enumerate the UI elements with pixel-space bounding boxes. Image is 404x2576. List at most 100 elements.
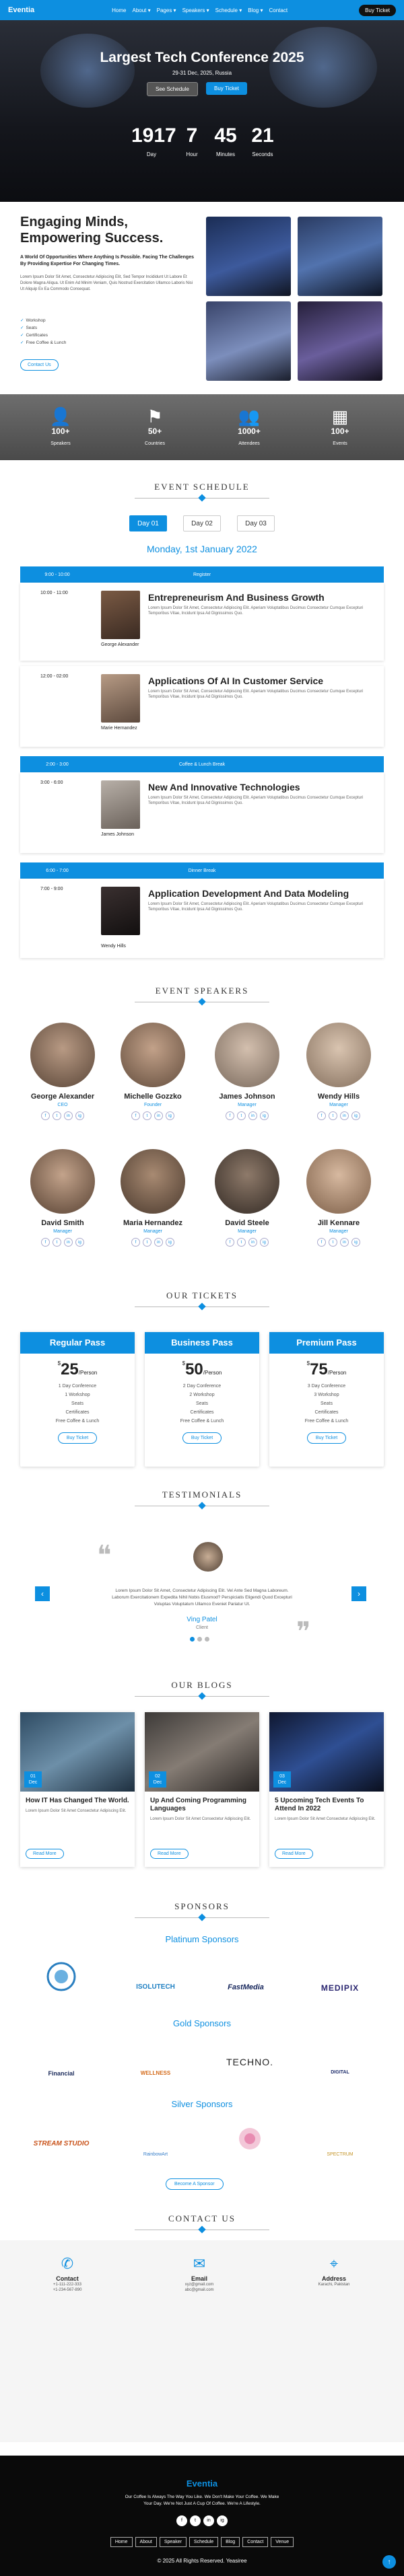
speaker-card[interactable]: George Alexander CEO f t in ig xyxy=(22,1023,103,1120)
footer-link-venue[interactable]: Venue xyxy=(271,2537,294,2547)
menu-item-speakers[interactable]: Speakers ▾ xyxy=(182,7,209,13)
facebook-icon[interactable]: f xyxy=(226,1111,234,1120)
blog-title: How IT Has Changed The World. xyxy=(26,1797,129,1804)
instagram-icon[interactable]: ig xyxy=(217,2515,228,2526)
buy-ticket-button[interactable]: Buy Ticket xyxy=(306,1432,347,1444)
instagram-icon[interactable]: ig xyxy=(351,1111,360,1120)
carousel-dot[interactable] xyxy=(190,1637,195,1642)
linkedin-icon[interactable]: in xyxy=(64,1238,73,1247)
linkedin-icon[interactable]: in xyxy=(248,1111,257,1120)
brand-logo[interactable]: Eventia xyxy=(8,6,34,14)
stage-light xyxy=(269,27,377,108)
linkedin-icon[interactable]: in xyxy=(154,1238,163,1247)
next-arrow-icon[interactable]: › xyxy=(351,1586,366,1601)
hero-buy-ticket-button[interactable]: Buy Ticket xyxy=(206,82,247,95)
menu-item-contact[interactable]: Contact xyxy=(269,7,288,13)
menu-item-blog[interactable]: Blog ▾ xyxy=(248,7,263,13)
instagram-icon[interactable]: ig xyxy=(166,1111,174,1120)
facebook-icon[interactable]: f xyxy=(176,2515,187,2526)
facebook-icon[interactable]: f xyxy=(317,1111,326,1120)
instagram-icon[interactable]: ig xyxy=(260,1111,269,1120)
blog-card[interactable]: 01 Dec How IT Has Changed The World. Lorem … xyxy=(20,1712,135,1867)
speaker-card[interactable]: Wendy Hills Manager f t in ig xyxy=(298,1023,379,1120)
twitter-icon[interactable]: t xyxy=(53,1111,61,1120)
see-schedule-button[interactable]: See Schedule xyxy=(147,82,198,96)
instagram-icon[interactable]: ig xyxy=(75,1111,84,1120)
menu-item-home[interactable]: Home xyxy=(112,7,126,13)
sponsor-logo[interactable]: STREAM STUDIO xyxy=(24,2123,98,2163)
speaker-card[interactable]: David Smith Manager f t in ig xyxy=(22,1149,103,1247)
speaker-card[interactable]: David Steele Manager f t in ig xyxy=(207,1149,288,1247)
sponsor-logo[interactable]: TECHNO. xyxy=(213,2042,287,2082)
sponsor-logo[interactable]: RainbowArt xyxy=(119,2123,193,2163)
twitter-icon[interactable]: t xyxy=(53,1238,61,1247)
facebook-icon[interactable]: f xyxy=(41,1238,50,1247)
linkedin-icon[interactable]: in xyxy=(203,2515,214,2526)
footer-link-blog[interactable]: Blog xyxy=(221,2537,240,2547)
linkedin-icon[interactable]: in xyxy=(340,1111,349,1120)
instagram-icon[interactable]: ig xyxy=(75,1238,84,1247)
footer-link-speaker[interactable]: Speaker xyxy=(159,2537,187,2547)
sponsor-logo[interactable]: ISOLUTECH xyxy=(119,1958,193,1998)
sponsor-logo[interactable]: WELLNESS xyxy=(119,2042,193,2082)
twitter-icon[interactable]: t xyxy=(143,1238,152,1247)
sponsor-logo[interactable]: Financial xyxy=(24,2042,98,2082)
sponsor-logo[interactable] xyxy=(213,2123,287,2163)
blog-card[interactable]: 03 Dec 5 Upcoming Tech Events To Attend In… xyxy=(269,1712,384,1867)
nav-buy-ticket-button[interactable]: Buy Ticket xyxy=(359,4,396,16)
carousel-dot[interactable] xyxy=(205,1637,209,1642)
footer-link-schedule[interactable]: Schedule xyxy=(189,2537,219,2547)
tab-day-01[interactable]: Day 01 xyxy=(129,515,167,531)
read-more-button[interactable]: Read More xyxy=(26,1849,64,1859)
speaker-card[interactable]: Jill Kennare Manager f t in ig xyxy=(298,1149,379,1247)
twitter-icon[interactable]: t xyxy=(190,2515,201,2526)
read-more-button[interactable]: Read More xyxy=(150,1849,189,1859)
become-sponsor-button[interactable]: Become A Sponsor xyxy=(166,2178,224,2190)
facebook-icon[interactable]: f xyxy=(131,1111,140,1120)
contact-us-button[interactable]: Contact Us xyxy=(20,359,59,371)
scroll-top-icon[interactable]: ↑ xyxy=(382,2555,396,2569)
tab-day-03[interactable]: Day 03 xyxy=(237,515,275,531)
sponsor-logo[interactable]: MEDIPIX xyxy=(303,1958,377,1998)
sponsor-logo[interactable]: DIGITAL xyxy=(303,2042,377,2082)
buy-ticket-button[interactable]: Buy Ticket xyxy=(182,1432,222,1444)
buy-ticket-button[interactable]: Buy Ticket xyxy=(57,1432,98,1444)
menu-item-pages[interactable]: Pages ▾ xyxy=(157,7,176,13)
facebook-icon[interactable]: f xyxy=(317,1238,326,1247)
linkedin-icon[interactable]: in xyxy=(248,1238,257,1247)
linkedin-icon[interactable]: in xyxy=(340,1238,349,1247)
facebook-icon[interactable]: f xyxy=(41,1111,50,1120)
twitter-icon[interactable]: t xyxy=(143,1111,152,1120)
tab-day-02[interactable]: Day 02 xyxy=(183,515,221,531)
linkedin-icon[interactable]: in xyxy=(64,1111,73,1120)
footer-link-home[interactable]: Home xyxy=(110,2537,133,2547)
sponsor-logo[interactable] xyxy=(24,1958,98,1998)
twitter-icon[interactable]: t xyxy=(237,1238,246,1247)
instagram-icon[interactable]: ig xyxy=(351,1238,360,1247)
footer-link-contact[interactable]: Contact xyxy=(242,2537,269,2547)
conference-photo xyxy=(206,217,291,296)
twitter-icon[interactable]: t xyxy=(329,1238,337,1247)
facebook-icon[interactable]: f xyxy=(226,1238,234,1247)
blog-card[interactable]: 02 Dec Up And Coming Programming Languages… xyxy=(145,1712,259,1867)
testimonial-quote: Lorem Ipsum Dolor Sit Amet, Consectetur … xyxy=(112,1588,292,1607)
speaker-card[interactable]: Michelle Gozzko Founder f t in ig xyxy=(112,1023,193,1120)
prev-arrow-icon[interactable]: ‹ xyxy=(35,1586,50,1601)
linkedin-icon[interactable]: in xyxy=(154,1111,163,1120)
speaker-card[interactable]: James Johnson Manager f t in ig xyxy=(207,1023,288,1120)
schedule-title: EVENT SCHEDULE xyxy=(154,482,250,492)
read-more-button[interactable]: Read More xyxy=(275,1849,313,1859)
speaker-card[interactable]: Maria Hernandez Manager f t in ig xyxy=(112,1149,193,1247)
sponsor-logo[interactable]: SPECTRUM xyxy=(303,2123,377,2163)
instagram-icon[interactable]: ig xyxy=(260,1238,269,1247)
carousel-dot[interactable] xyxy=(197,1637,202,1642)
menu-item-schedule[interactable]: Schedule ▾ xyxy=(215,7,242,13)
twitter-icon[interactable]: t xyxy=(237,1111,246,1120)
menu-item-about[interactable]: About ▾ xyxy=(132,7,150,13)
sponsor-logo[interactable]: FastMedia xyxy=(209,1958,283,1998)
footer-social: f t in ig xyxy=(0,2513,404,2526)
footer-link-about[interactable]: About xyxy=(135,2537,157,2547)
instagram-icon[interactable]: ig xyxy=(166,1238,174,1247)
twitter-icon[interactable]: t xyxy=(329,1111,337,1120)
facebook-icon[interactable]: f xyxy=(131,1238,140,1247)
